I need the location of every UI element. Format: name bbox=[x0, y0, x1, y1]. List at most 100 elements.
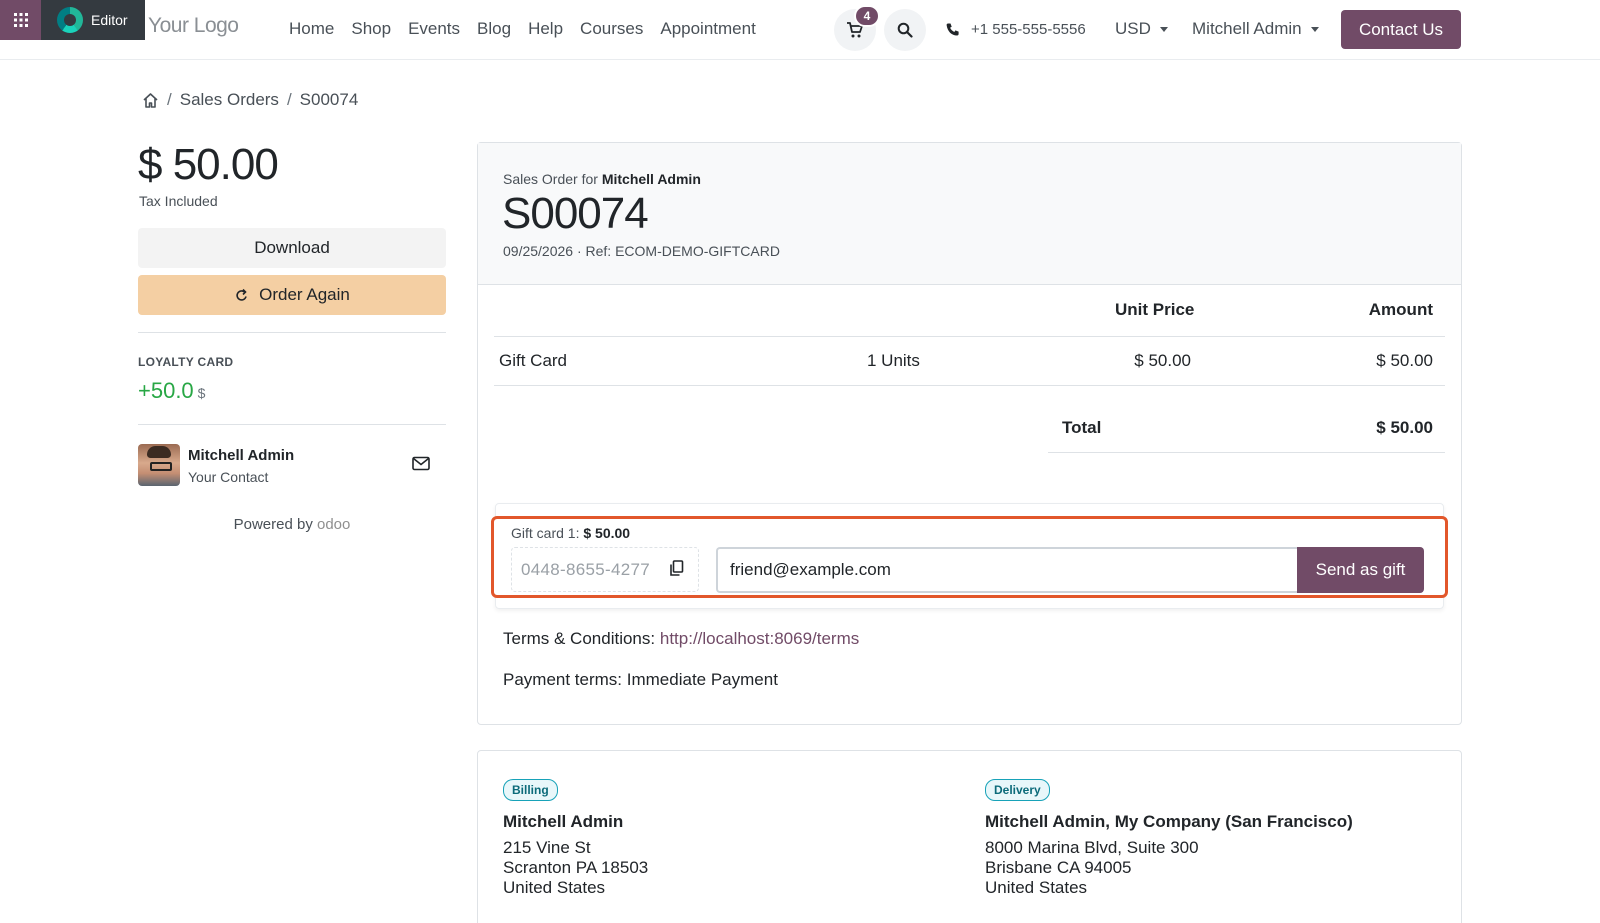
apps-grid-icon bbox=[13, 13, 28, 27]
cart-count-badge: 4 bbox=[854, 5, 880, 27]
main-nav: Home Shop Events Blog Help Courses Appoi… bbox=[289, 19, 756, 39]
breadcrumb-separator: / bbox=[286, 90, 292, 109]
divider bbox=[138, 332, 446, 333]
gift-card-amount: $ 50.00 bbox=[583, 525, 631, 541]
powered-by: Powered by odoo bbox=[138, 516, 446, 533]
total-divider bbox=[1048, 452, 1445, 453]
order-again-label: Order Again bbox=[259, 285, 350, 304]
nav-shop[interactable]: Shop bbox=[351, 19, 391, 39]
loyalty-points: +50.0 $ bbox=[138, 378, 205, 404]
payment-terms: Payment terms: Immediate Payment bbox=[503, 670, 778, 689]
sales-order-card: Sales Order for Mitchell Admin S00074 09… bbox=[477, 142, 1462, 725]
billing-name: Mitchell Admin bbox=[503, 812, 624, 831]
tax-note: Tax Included bbox=[139, 193, 218, 209]
breadcrumb-separator: / bbox=[167, 90, 172, 109]
download-button[interactable]: Download bbox=[138, 228, 446, 268]
terms-label: Terms & Conditions: bbox=[503, 629, 656, 648]
order-customer-line: Sales Order for Mitchell Admin bbox=[503, 171, 701, 187]
delivery-badge: Delivery bbox=[985, 779, 1050, 801]
line-amount: $ 50.00 bbox=[1376, 351, 1433, 370]
reorder-icon bbox=[236, 288, 247, 301]
address-line: Scranton PA 18503 bbox=[503, 858, 649, 877]
editor-button[interactable]: Editor bbox=[41, 0, 145, 40]
apps-menu-button[interactable] bbox=[0, 0, 41, 40]
currency-label: USD bbox=[1115, 19, 1151, 38]
address-line: 215 Vine St bbox=[503, 838, 591, 857]
search-button[interactable] bbox=[884, 9, 926, 51]
nav-courses[interactable]: Courses bbox=[580, 19, 643, 39]
breadcrumb-sales-orders[interactable]: Sales Orders bbox=[180, 90, 279, 110]
contact-role: Your Contact bbox=[188, 469, 269, 485]
currency-dropdown[interactable]: USD bbox=[1115, 19, 1168, 39]
address-line: 8000 Marina Blvd, Suite 300 bbox=[985, 838, 1199, 857]
editor-bar: Editor bbox=[0, 0, 145, 40]
table-divider bbox=[494, 336, 1445, 337]
order-meta: 09/25/2026 · Ref: ECOM-DEMO-GIFTCARD bbox=[503, 243, 780, 259]
nav-events[interactable]: Events bbox=[408, 19, 460, 39]
mail-icon[interactable] bbox=[412, 456, 430, 471]
total-value: $ 50.00 bbox=[1376, 418, 1433, 437]
nav-help[interactable]: Help bbox=[528, 19, 563, 39]
avatar bbox=[138, 444, 180, 486]
terms-line: Terms & Conditions: http://localhost:806… bbox=[503, 629, 859, 649]
order-customer: Mitchell Admin bbox=[601, 171, 701, 187]
line-product: Gift Card bbox=[499, 351, 568, 370]
billing-badge: Billing bbox=[503, 779, 558, 801]
divider bbox=[138, 424, 446, 425]
col-unit-price: Unit Price bbox=[1115, 300, 1195, 319]
col-amount: Amount bbox=[1368, 300, 1433, 319]
user-dropdown[interactable]: Mitchell Admin bbox=[1192, 19, 1319, 39]
order-again-button[interactable]: Order Again bbox=[138, 275, 446, 315]
terms-link[interactable]: http://localhost:8069/terms bbox=[660, 629, 859, 648]
phone-icon bbox=[946, 23, 959, 35]
powered-by-label: Powered by bbox=[233, 516, 313, 533]
table-divider bbox=[494, 385, 1445, 386]
loyalty-value: +50.0 bbox=[138, 378, 194, 403]
site-header: Editor Your Logo Home Shop Events Blog H… bbox=[0, 0, 1600, 60]
gift-card-label: Gift card 1: bbox=[511, 525, 580, 541]
copy-icon[interactable] bbox=[669, 560, 684, 577]
loyalty-currency: $ bbox=[197, 385, 206, 401]
order-for-label: Sales Order for bbox=[503, 171, 598, 187]
chevron-down-icon bbox=[1310, 26, 1319, 32]
chevron-down-icon bbox=[1159, 26, 1168, 32]
line-quantity: 1 Units bbox=[867, 351, 920, 370]
phone-number: +1 555-555-5556 bbox=[971, 21, 1086, 38]
address-line: United States bbox=[503, 878, 606, 897]
nav-home[interactable]: Home bbox=[289, 19, 334, 39]
order-total-amount: $ 50.00 bbox=[138, 140, 279, 189]
billing-address: Billing Mitchell Admin 215 Vine St Scran… bbox=[503, 779, 648, 898]
editor-label: Editor bbox=[91, 12, 128, 28]
home-icon[interactable] bbox=[142, 92, 159, 109]
search-icon bbox=[897, 22, 913, 38]
breadcrumb-current: S00074 bbox=[299, 90, 359, 109]
phone-link[interactable]: +1 555-555-5556 bbox=[945, 21, 1086, 38]
gift-card-title: Gift card 1: $ 50.00 bbox=[511, 525, 630, 541]
nav-blog[interactable]: Blog bbox=[477, 19, 511, 39]
user-name: Mitchell Admin bbox=[1192, 19, 1302, 38]
send-as-gift-button[interactable]: Send as gift bbox=[1297, 547, 1424, 593]
delivery-lines: 8000 Marina Blvd, Suite 300 Brisbane CA … bbox=[985, 838, 1353, 898]
order-number: S00074 bbox=[502, 189, 649, 238]
gift-recipient-email-input[interactable] bbox=[716, 547, 1300, 593]
odoo-brand[interactable]: odoo bbox=[317, 516, 350, 533]
gift-card-code-value: 0448-8655-4277 bbox=[521, 559, 650, 579]
breadcrumb: / Sales Orders / S00074 bbox=[142, 90, 358, 110]
odoo-editor-icon bbox=[57, 7, 83, 33]
delivery-address: Delivery Mitchell Admin, My Company (San… bbox=[985, 779, 1353, 898]
loyalty-card-label: LOYALTY CARD bbox=[138, 355, 234, 369]
billing-lines: 215 Vine St Scranton PA 18503 United Sta… bbox=[503, 838, 648, 898]
addresses-card: Billing Mitchell Admin 215 Vine St Scran… bbox=[477, 750, 1462, 923]
salesperson-contact: Mitchell Admin Your Contact bbox=[138, 444, 446, 486]
gift-card-panel: Gift card 1: $ 50.00 0448-8655-4277 Send… bbox=[491, 516, 1448, 598]
site-logo[interactable]: Your Logo bbox=[148, 14, 239, 38]
total-label: Total bbox=[1062, 418, 1102, 437]
gift-card-code[interactable]: 0448-8655-4277 bbox=[511, 547, 699, 592]
address-line: Brisbane CA 94005 bbox=[985, 858, 1132, 877]
line-unit-price: $ 50.00 bbox=[1134, 351, 1191, 370]
delivery-name: Mitchell Admin, My Company (San Francisc… bbox=[985, 812, 1353, 831]
nav-appointment[interactable]: Appointment bbox=[660, 19, 755, 39]
address-line: United States bbox=[985, 878, 1088, 897]
order-header: Sales Order for Mitchell Admin S00074 09… bbox=[478, 143, 1461, 285]
contact-us-button[interactable]: Contact Us bbox=[1341, 10, 1461, 49]
